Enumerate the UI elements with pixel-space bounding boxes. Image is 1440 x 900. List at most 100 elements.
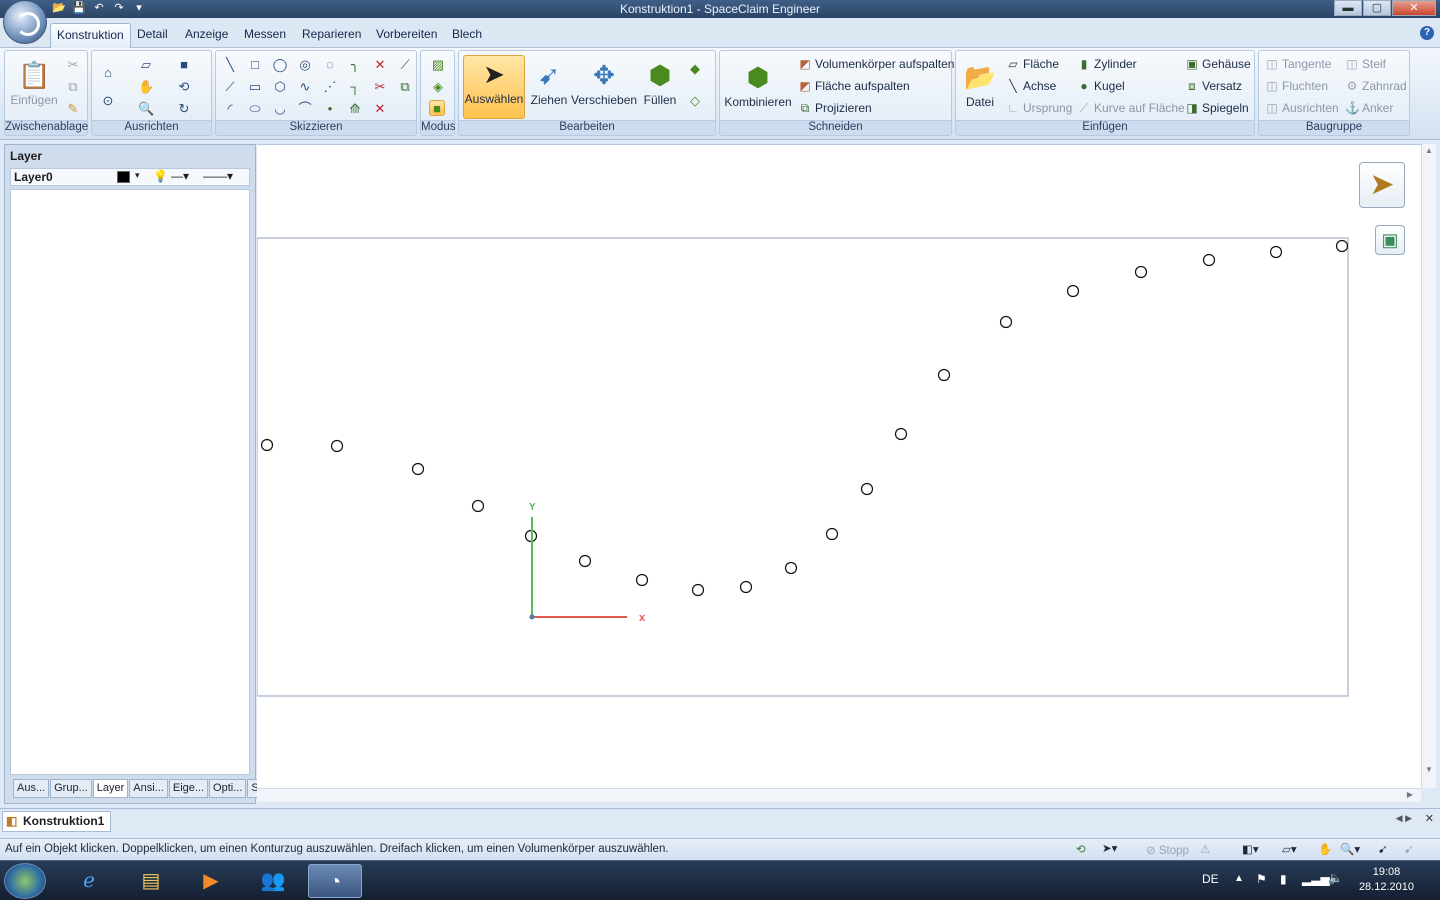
point-marker[interactable] xyxy=(937,368,951,382)
project-curve-icon[interactable]: ⧉ xyxy=(397,79,413,95)
point-marker[interactable] xyxy=(635,573,649,587)
combine-button[interactable]: ⬢ Kombinieren xyxy=(724,61,792,109)
scroll-up-icon[interactable]: ▲ xyxy=(1425,146,1433,155)
tangent-button[interactable]: ◫ Tangente xyxy=(1265,55,1331,73)
axis-button[interactable]: ╲ Achse xyxy=(1006,77,1056,95)
select-tool-indicator[interactable]: ➤ xyxy=(1359,162,1405,208)
anchor-button[interactable]: ⚓ Anker xyxy=(1345,99,1393,117)
line-weight-dropdown[interactable]: ——▾ xyxy=(203,169,233,183)
point-marker[interactable] xyxy=(578,554,592,568)
sketch-mode-icon[interactable]: ▨ xyxy=(430,57,446,73)
copy-icon[interactable]: ⧉ xyxy=(65,79,81,95)
point-marker[interactable] xyxy=(1202,253,1216,267)
sweep-arc-icon[interactable]: ⌒ xyxy=(297,101,313,117)
pull-status-icon[interactable]: ➹ xyxy=(1378,842,1388,856)
panel-tab-options[interactable]: Opti... xyxy=(209,779,247,798)
corner-icon[interactable]: ┐ xyxy=(347,79,363,95)
sketch-plane-icon[interactable]: ▱ xyxy=(138,57,154,73)
close-button[interactable]: ✕ xyxy=(1392,0,1436,16)
point-marker[interactable] xyxy=(784,561,798,575)
document-tab[interactable]: ◧ Konstruktion1 xyxy=(2,811,112,832)
project-button[interactable]: ⧉ Projizieren xyxy=(798,99,872,117)
layer-color-swatch[interactable] xyxy=(117,171,130,183)
arc-icon[interactable]: ◜ xyxy=(222,101,238,117)
split-face-button[interactable]: ◩ Fläche aufspalten xyxy=(798,77,909,95)
plan-view-icon[interactable]: ⊙ xyxy=(100,93,116,109)
split-curve-icon[interactable]: ✂ xyxy=(372,79,388,95)
customize-icon[interactable]: ▾ xyxy=(132,1,146,14)
scroll-down-icon[interactable]: ▼ xyxy=(1425,765,1433,774)
horizontal-scrollbar[interactable]: ▶ xyxy=(257,788,1421,802)
file-button[interactable]: 📂 Datei xyxy=(960,61,1000,109)
redo-icon[interactable]: ↷ xyxy=(112,1,126,14)
rectangle-icon[interactable]: □ xyxy=(247,57,263,73)
point-marker[interactable] xyxy=(894,427,908,441)
design-canvas[interactable]: Y x ➤ ▣ xyxy=(257,144,1421,788)
extend-icon[interactable]: ✕ xyxy=(372,101,388,117)
pan-status-icon[interactable]: ✋ xyxy=(1318,842,1332,856)
line-style-dropdown[interactable]: —▾ xyxy=(171,169,189,183)
panel-tab-layer[interactable]: Layer xyxy=(92,779,129,798)
offset-curve-icon[interactable]: ⟋ xyxy=(397,57,413,73)
move-button[interactable]: ✥ Verschieben xyxy=(571,59,637,107)
sphere-button[interactable]: ● Kugel xyxy=(1077,77,1124,95)
cut-icon[interactable]: ✂ xyxy=(65,57,81,73)
plane-button[interactable]: ▱ Fläche xyxy=(1006,55,1059,73)
construction-circle-icon[interactable]: ◌ xyxy=(322,57,338,73)
filter-icon[interactable]: ⟲ xyxy=(1076,842,1086,856)
tangent-line-icon[interactable]: ⟋ xyxy=(222,79,238,95)
panel-tab-groups[interactable]: Grup... xyxy=(50,779,92,798)
battery-icon[interactable]: ▮ xyxy=(1280,872,1287,886)
shell-button[interactable]: ▣ Gehäuse xyxy=(1185,55,1250,73)
blend-icon[interactable]: ◆ xyxy=(687,61,703,77)
tab-konstruktion[interactable]: Konstruktion xyxy=(50,23,131,48)
point-marker[interactable] xyxy=(1335,239,1349,253)
volume-icon[interactable]: 🔈 xyxy=(1328,871,1343,885)
curve-on-face-button[interactable]: ⟋ Kurve auf Fläche xyxy=(1077,99,1185,117)
panel-tab-views[interactable]: Ansi... xyxy=(129,779,168,798)
paste-button[interactable]: 📋 Einfügen xyxy=(9,59,59,107)
spaceclaim-taskbar-icon[interactable]: ◔ xyxy=(308,864,362,898)
start-button[interactable] xyxy=(4,863,46,899)
solid-tool-icon[interactable]: ▣ xyxy=(1375,225,1405,255)
panel-tab-structure[interactable]: Aus... xyxy=(13,779,50,798)
point-icon[interactable]: • xyxy=(322,101,338,117)
point-marker[interactable] xyxy=(999,315,1013,329)
tab-reparieren[interactable]: Reparieren xyxy=(297,25,366,43)
vertical-scrollbar[interactable]: ▲ ▼ xyxy=(1421,144,1436,788)
offset-button[interactable]: ⧈ Versatz xyxy=(1185,77,1242,95)
circle-3pt-icon[interactable]: ◎ xyxy=(297,57,313,73)
point-marker[interactable] xyxy=(1269,245,1283,259)
warning-icon[interactable]: ⚠ xyxy=(1200,842,1210,856)
maximize-button[interactable]: ▢ xyxy=(1363,0,1391,16)
help-icon[interactable]: ? xyxy=(1420,26,1434,40)
bend-icon[interactable]: ⟰ xyxy=(347,101,363,117)
line-icon[interactable]: ╲ xyxy=(222,57,238,73)
scroll-right-icon[interactable]: ▶ xyxy=(1407,790,1413,799)
tweak-face-icon[interactable]: ◇ xyxy=(687,93,703,109)
tab-scroll-left-icon[interactable]: ◀ ▶ xyxy=(1396,813,1412,824)
point-marker[interactable] xyxy=(471,499,485,513)
view-options-icon[interactable]: ◧▾ xyxy=(1242,842,1259,856)
network-signal-icon[interactable]: ▂▃▅ xyxy=(1302,872,1330,886)
save-icon[interactable]: 💾 xyxy=(72,1,86,14)
layer-row[interactable]: Layer0 ▾ 💡 —▾ ——▾ xyxy=(10,168,250,186)
gear-button[interactable]: ⚙ Zahnrad xyxy=(1345,77,1407,95)
tab-detail[interactable]: Detail xyxy=(132,25,173,43)
move-status-icon[interactable]: ➹ xyxy=(1404,842,1414,856)
clock[interactable]: 19:08 28.12.2010 xyxy=(1359,865,1414,895)
close-document-icon[interactable]: ✕ xyxy=(1425,812,1434,825)
split-body-button[interactable]: ◩ Volumenkörper aufspalten xyxy=(798,55,954,73)
panel-tab-properties[interactable]: Eige... xyxy=(168,779,209,798)
home-icon[interactable]: ⌂ xyxy=(100,65,116,81)
application-menu-button[interactable] xyxy=(3,0,47,44)
circle-icon[interactable]: ◯ xyxy=(272,57,288,73)
file-explorer-icon[interactable]: ▤ xyxy=(124,864,178,898)
origin-button[interactable]: ∟ Ursprung xyxy=(1006,99,1072,117)
point-marker[interactable] xyxy=(330,439,344,453)
point-markers[interactable] xyxy=(260,239,1349,597)
view-cube-icon[interactable]: ■ xyxy=(176,57,192,73)
tab-anzeige[interactable]: Anzeige xyxy=(180,25,233,43)
stop-button[interactable]: ⊘ Stopp xyxy=(1146,843,1189,857)
point-marker[interactable] xyxy=(1134,265,1148,279)
